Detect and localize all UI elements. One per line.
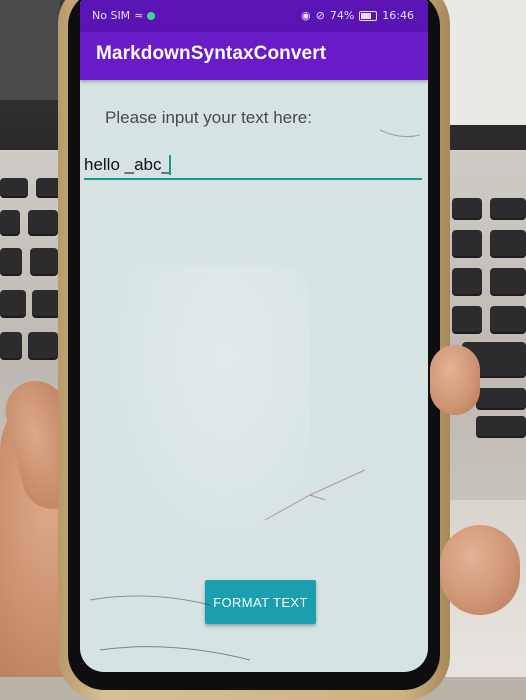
laptop-screen-corner — [0, 0, 60, 100]
keyboard-key — [452, 230, 482, 258]
hand-finger — [440, 525, 520, 615]
keyboard-key — [28, 332, 58, 360]
keyboard-key — [28, 210, 58, 236]
keyboard-key — [476, 416, 526, 438]
keyboard-key — [452, 268, 482, 296]
keyboard-key — [490, 306, 526, 334]
keyboard-key — [0, 178, 28, 198]
keyboard-key — [452, 306, 482, 334]
keyboard-key — [0, 210, 20, 236]
keyboard-key — [0, 248, 22, 276]
keyboard-key — [0, 332, 22, 360]
screen-cracks — [89, 129, 421, 661]
hand-finger — [430, 345, 480, 415]
keyboard-key — [0, 290, 26, 318]
keyboard-key — [30, 248, 58, 276]
keyboard-key — [490, 268, 526, 296]
phone-screen: No SIM ≈ ◉ ⊘ 74% 16:46 MarkdownSyntaxCon… — [80, 0, 428, 672]
keyboard-key — [490, 230, 526, 258]
keyboard-key — [490, 198, 526, 220]
keyboard-key — [452, 198, 482, 220]
keyboard-key — [32, 290, 60, 318]
keyboard-key — [476, 388, 526, 410]
